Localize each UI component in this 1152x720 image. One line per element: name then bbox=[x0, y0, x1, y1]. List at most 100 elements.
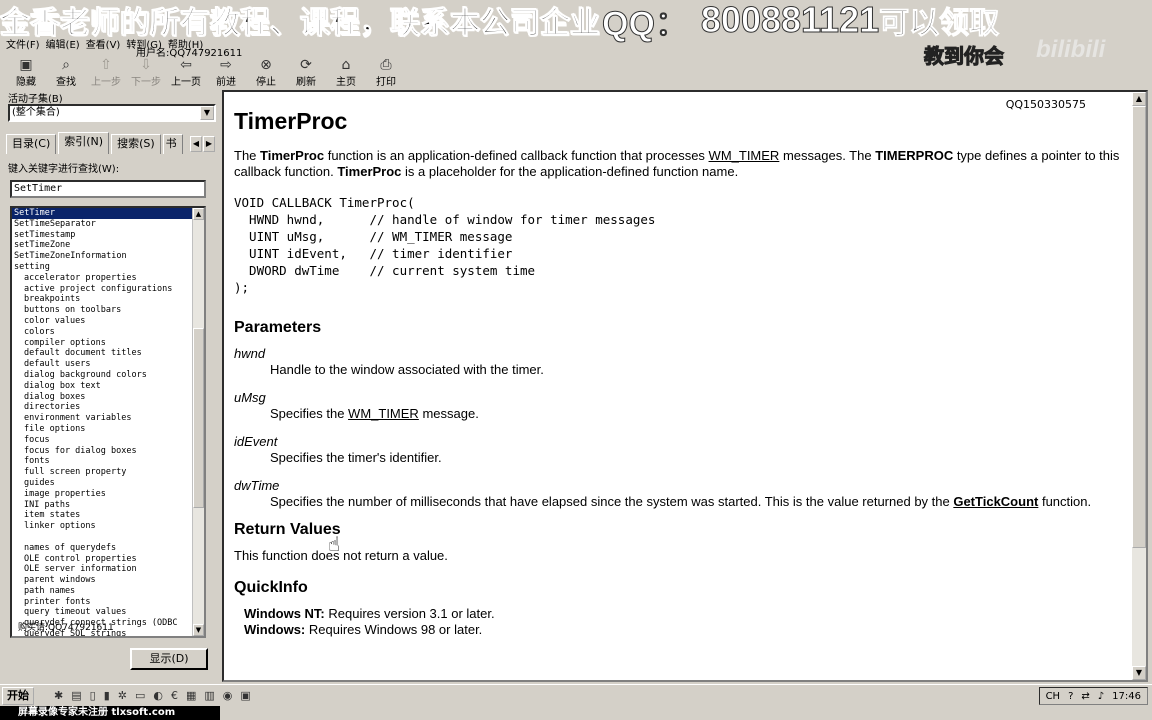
scroll-thumb[interactable] bbox=[193, 328, 204, 508]
index-list-item[interactable]: SetTimer bbox=[12, 208, 204, 219]
system-tray: CH ? ⇄ ♪ 17:46 bbox=[1038, 687, 1148, 705]
menu-file[interactable]: 文件(F) bbox=[6, 36, 40, 51]
app-icon[interactable]: ▯ bbox=[90, 689, 96, 702]
scroll-up-icon[interactable]: ▲ bbox=[193, 208, 204, 220]
scroll-up-icon[interactable]: ▲ bbox=[1132, 92, 1146, 106]
index-list-item[interactable]: guides bbox=[12, 478, 204, 489]
index-list-item[interactable]: default users bbox=[12, 359, 204, 370]
index-list-item[interactable]: breakpoints bbox=[12, 294, 204, 305]
wm-timer-link[interactable]: WM_TIMER bbox=[709, 148, 780, 163]
forward-button[interactable]: ⇨ 前进 bbox=[206, 54, 246, 90]
tab-bookmarks[interactable]: 书(O) bbox=[162, 134, 183, 154]
tab-contents[interactable]: 目录(C) bbox=[6, 134, 57, 154]
index-list-item[interactable]: SetTimeSeparator bbox=[12, 219, 204, 230]
index-list-item[interactable]: query timeout values bbox=[12, 607, 204, 618]
param-link[interactable]: GetTickCount bbox=[953, 494, 1038, 509]
index-list-item[interactable]: color values bbox=[12, 316, 204, 327]
menu-edit[interactable]: 编辑(E) bbox=[46, 36, 80, 51]
quickinfo-line: Windows NT: Requires version 3.1 or late… bbox=[244, 606, 1124, 622]
stop-button[interactable]: ⊗ 停止 bbox=[246, 54, 286, 90]
tab-index[interactable]: 索引(N) bbox=[58, 132, 110, 154]
index-list[interactable]: SetTimer SetTimeSeparator setTimestamp setT… bbox=[10, 206, 206, 638]
quickinfo-line: Windows: Requires Windows 98 or later. bbox=[244, 622, 1124, 638]
index-list-item[interactable] bbox=[12, 532, 204, 543]
index-list-item[interactable]: fonts bbox=[12, 456, 204, 467]
app-icon[interactable]: ▦ bbox=[186, 689, 196, 702]
chevron-left-icon[interactable]: ◀ bbox=[190, 136, 202, 152]
index-list-item[interactable]: buttons on toolbars bbox=[12, 305, 204, 316]
index-list-item[interactable]: colors bbox=[12, 327, 204, 338]
index-list-item[interactable]: dialog boxes bbox=[12, 392, 204, 403]
app-icon[interactable]: ✱ bbox=[54, 689, 63, 702]
network-icon[interactable]: ⇄ bbox=[1081, 691, 1089, 702]
refresh-button[interactable]: ⟳ 刷新 bbox=[286, 54, 326, 90]
tab-search[interactable]: 搜索(S) bbox=[111, 134, 161, 154]
index-list-item[interactable]: compiler options bbox=[12, 338, 204, 349]
index-list-item[interactable]: OLE server information bbox=[12, 564, 204, 575]
display-button[interactable]: 显示(D) bbox=[130, 648, 208, 670]
ime-indicator[interactable]: CH bbox=[1046, 691, 1061, 702]
keyword-input[interactable]: SetTimer bbox=[10, 180, 206, 198]
index-scrollbar[interactable]: ▲ ▼ bbox=[192, 208, 204, 636]
keyword-label: 键入关键字进行查找(W): bbox=[8, 164, 120, 175]
subset-dropdown[interactable]: (整个集合) ▼ bbox=[8, 104, 216, 122]
app-icon[interactable]: ▭ bbox=[135, 689, 145, 702]
content-scrollbar[interactable]: ▲ ▼ bbox=[1132, 92, 1146, 680]
index-list-item[interactable]: focus for dialog boxes bbox=[12, 446, 204, 457]
index-list-item[interactable]: linker options bbox=[12, 521, 204, 532]
index-list-item[interactable]: setting bbox=[12, 262, 204, 273]
index-list-item[interactable]: dialog background colors bbox=[12, 370, 204, 381]
find-button[interactable]: ⌕ 查找 bbox=[46, 54, 86, 90]
back-button[interactable]: ⇦ 上一页 bbox=[166, 54, 206, 90]
index-list-item[interactable]: path names bbox=[12, 586, 204, 597]
prev-step-button[interactable]: ⇧ 上一步 bbox=[86, 54, 126, 90]
app-icon[interactable]: ◉ bbox=[223, 689, 233, 702]
index-list-item[interactable]: directories bbox=[12, 402, 204, 413]
next-step-button[interactable]: ⇩ 下一步 bbox=[126, 54, 166, 90]
index-list-item[interactable]: names of querydefs bbox=[12, 543, 204, 554]
app-icon[interactable]: ▣ bbox=[240, 689, 250, 702]
chevron-right-icon[interactable]: ▶ bbox=[203, 136, 215, 152]
param-link[interactable]: WM_TIMER bbox=[348, 406, 419, 421]
app-icon[interactable]: € bbox=[171, 689, 178, 702]
index-list-item[interactable]: environment variables bbox=[12, 413, 204, 424]
clock[interactable]: 17:46 bbox=[1112, 691, 1141, 702]
index-list-item[interactable]: full screen property bbox=[12, 467, 204, 478]
app-icon[interactable]: ✲ bbox=[118, 689, 127, 702]
index-list-item[interactable]: focus bbox=[12, 435, 204, 446]
index-list-item[interactable]: image properties bbox=[12, 489, 204, 500]
app-icon[interactable]: ▤ bbox=[71, 689, 81, 702]
scroll-thumb[interactable] bbox=[1132, 106, 1146, 548]
app-icon[interactable]: ◐ bbox=[153, 689, 163, 702]
taskbar: 开始 ✱ ▤ ▯ ▮ ✲ ▭ ◐ € ▦ ▥ ◉ ▣ CH ? ⇄ ♪ 17:4… bbox=[0, 684, 1152, 706]
app-icon[interactable]: ▥ bbox=[204, 689, 214, 702]
index-list-item[interactable]: accelerator properties bbox=[12, 273, 204, 284]
index-list-item[interactable]: parent windows bbox=[12, 575, 204, 586]
start-button[interactable]: 开始 bbox=[2, 686, 34, 705]
scroll-down-icon[interactable]: ▼ bbox=[1132, 666, 1146, 680]
index-list-item[interactable]: setTimeZone bbox=[12, 240, 204, 251]
param-description: Handle to the window associated with the… bbox=[270, 362, 1124, 378]
index-list-item[interactable]: active project configurations bbox=[12, 284, 204, 295]
index-list-item[interactable]: INI paths bbox=[12, 500, 204, 511]
index-list-item[interactable]: SetTimeZoneInformation bbox=[12, 251, 204, 262]
menu-view[interactable]: 查看(V) bbox=[86, 36, 121, 51]
index-list-item[interactable]: item states bbox=[12, 510, 204, 521]
index-list-item[interactable]: file options bbox=[12, 424, 204, 435]
app-icon[interactable]: ▮ bbox=[104, 689, 110, 702]
print-button[interactable]: ⎙ 打印 bbox=[366, 54, 406, 90]
index-list-item[interactable]: default document titles bbox=[12, 348, 204, 359]
help-icon[interactable]: ? bbox=[1068, 691, 1073, 702]
volume-icon[interactable]: ♪ bbox=[1098, 691, 1104, 702]
chevron-down-icon[interactable]: ▼ bbox=[200, 106, 214, 120]
home-button[interactable]: ⌂ 主页 bbox=[326, 54, 366, 90]
index-list-item[interactable]: dialog box text bbox=[12, 381, 204, 392]
refresh-icon: ⟳ bbox=[300, 57, 312, 73]
hide-button[interactable]: ▣ 隐藏 bbox=[6, 54, 46, 90]
param-name: uMsg bbox=[234, 390, 266, 405]
index-list-item[interactable]: printer fonts bbox=[12, 597, 204, 608]
stop-label: 停止 bbox=[256, 77, 276, 88]
index-list-item[interactable]: setTimestamp bbox=[12, 230, 204, 241]
index-list-item[interactable]: OLE control properties bbox=[12, 554, 204, 565]
scroll-down-icon[interactable]: ▼ bbox=[193, 624, 204, 636]
